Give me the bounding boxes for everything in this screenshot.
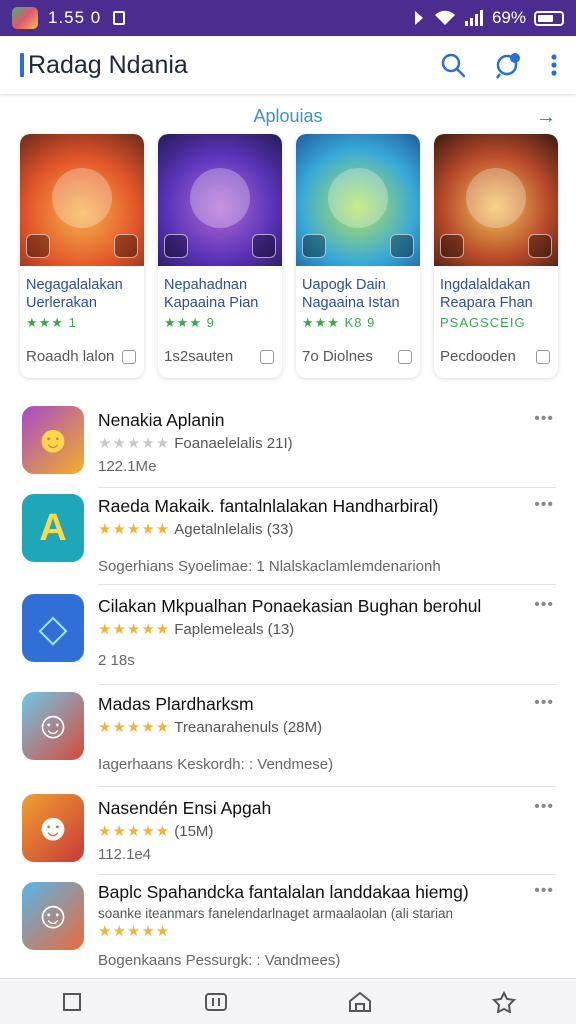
notification-app-icon	[12, 7, 38, 29]
app-title-text: Cilakan Mkpualhan Ponaekasian Bughan ber…	[98, 596, 482, 616]
app-bar: Radag Ndania	[0, 36, 576, 94]
nav-library-button[interactable]	[196, 982, 236, 1022]
featured-thumbnail	[434, 134, 558, 266]
signal-icon	[464, 10, 483, 26]
status-bar: 1.55 0 69%	[0, 0, 576, 36]
overflow-menu-icon[interactable]	[550, 53, 558, 77]
featured-card-name: Negagalalakan Uerlerakan	[26, 277, 123, 311]
app-icon: ☻	[22, 794, 84, 862]
app-title-text: Madas Plardharksm	[98, 694, 254, 714]
app-extra: Sogerhians Syoelimae: 1 Nlalskaclamlemde…	[98, 558, 441, 575]
list-item[interactable]: ◇ Cilakan Mkpualhan Ponaekasian Bughan b…	[0, 592, 576, 680]
app-rating: ★★★★★ Foanaelelalis 21I)	[98, 435, 293, 452]
featured-card-name: Uapogk Dain Nagaaina Istan	[302, 277, 400, 311]
square-icon	[63, 992, 81, 1011]
notification-icon	[113, 11, 126, 25]
app-title-text: Nenakia Aplanin	[98, 410, 225, 430]
app-rating: ★★★★★ Agetalnlelalis (33)	[98, 521, 294, 538]
app-extra: Iagerhaans Keskordh: : Vendmese)	[98, 756, 334, 773]
nav-home-button[interactable]	[340, 982, 380, 1022]
more-options-icon[interactable]: •••	[534, 694, 554, 712]
app-logo-icon	[20, 53, 24, 77]
app-icon: ☺	[22, 692, 84, 760]
featured-card-rating: ★★★ K8 9	[302, 315, 376, 330]
download-icon[interactable]	[260, 349, 274, 364]
featured-card[interactable]: Ingdalaldakan Reapara Fhan PSAGSCEIG Pecd…	[434, 134, 558, 378]
share-icon[interactable]	[398, 349, 412, 364]
divider	[98, 487, 556, 488]
featured-card-footer: Pecdooden	[440, 348, 516, 365]
featured-card-footer: Roaadh lalon	[26, 348, 115, 365]
wifi-icon	[434, 10, 455, 25]
divider	[98, 874, 556, 875]
featured-card-footer: 7o Diolnes	[302, 348, 373, 365]
featured-card[interactable]: Uapogk Dain Nagaaina Istan ★★★ K8 9 7o Di…	[296, 134, 420, 378]
more-options-icon[interactable]: •••	[534, 882, 554, 900]
notifications-icon[interactable]	[494, 51, 522, 79]
app-icon: ☻	[22, 406, 84, 474]
battery-percent: 69%	[491, 8, 526, 27]
app-title-text: Baplc Spahandcka fantalalan landdakaa hi…	[98, 882, 469, 902]
more-options-icon[interactable]: •••	[534, 596, 554, 614]
app-extra: 2 18s	[98, 652, 135, 669]
featured-card-footer: 1s2sauten	[164, 348, 234, 365]
list-item[interactable]: ☺ Madas Plardharksm ★★★★★ Treanarahenuls …	[0, 690, 576, 786]
featured-card-rating: ★★★ 9	[164, 315, 215, 330]
app-icon: A	[22, 494, 84, 562]
battery-icon	[534, 10, 564, 26]
app-extra: 112.1e4	[98, 846, 152, 863]
library-icon	[205, 992, 227, 1011]
app-list: ☻ Nenakia Aplanin ★★★★★ Foanaelelalis 21I…	[0, 396, 576, 969]
list-item[interactable]: A Raeda Makaik. fantalnlalakan Handharbi…	[0, 492, 576, 588]
list-item[interactable]: ☺ Baplc Spahandcka fantalalan landdakaa …	[0, 880, 576, 980]
profile-icon	[492, 990, 516, 1013]
divider	[98, 584, 556, 585]
status-time: 1.55 0	[48, 8, 102, 27]
search-icon[interactable]	[440, 52, 466, 78]
list-item[interactable]: ☻ Nenakia Aplanin ★★★★★ Foanaelelalis 21I…	[0, 396, 576, 492]
app-extra: 122.1Ме	[98, 458, 157, 475]
app-rating: ★★★★★ Faplemeleals (13)	[98, 621, 295, 638]
featured-thumbnail	[20, 134, 144, 266]
featured-card-rating: PSAGSCEIG	[440, 315, 526, 330]
app-rating: ★★★★★ (15M)	[98, 823, 214, 840]
arrow-right-icon[interactable]: →	[536, 106, 556, 129]
featured-thumbnail	[296, 134, 420, 266]
more-options-icon[interactable]: •••	[534, 496, 554, 514]
app-rating: ★★★★★	[98, 923, 171, 940]
app-rating: ★★★★★ Treanarahenuls (28M)	[98, 719, 323, 736]
app-title-text: Raeda Makaik. fantalnlalakan Handharbira…	[98, 496, 439, 516]
app-description: soanke iteanmars fanelendarlnaget armaal…	[98, 906, 453, 921]
featured-card[interactable]: Nepahadnan Kapaaina Pian ★★★ 9 1s2sauten	[158, 134, 282, 378]
featured-header: Aplouias →	[0, 100, 576, 132]
featured-thumbnail	[158, 134, 282, 266]
featured-carousel[interactable]: Negagalalakan Uerlerakan ★★★ 1 Roaadh lal…	[20, 134, 560, 378]
list-item[interactable]: ☻ Nasendén Ensi Apgah ★★★★★ (15M) 112.1e4…	[0, 794, 576, 880]
download-icon[interactable]	[536, 349, 550, 364]
share-icon[interactable]	[122, 349, 136, 364]
location-icon	[414, 11, 423, 25]
divider	[98, 786, 556, 787]
app-title-text: Nasendén Ensi Apgah	[98, 798, 272, 818]
home-icon	[349, 991, 371, 1012]
featured-card-rating: ★★★ 1	[26, 315, 77, 330]
more-options-icon[interactable]: •••	[534, 798, 554, 816]
divider	[98, 684, 556, 685]
featured-card-name: Nepahadnan Kapaaina Pian	[164, 277, 259, 311]
nav-recents-button[interactable]	[52, 982, 92, 1022]
app-title: Radag Ndania	[28, 50, 188, 79]
nav-profile-button[interactable]	[484, 982, 524, 1022]
app-icon: ◇	[22, 594, 84, 662]
featured-card[interactable]: Negagalalakan Uerlerakan ★★★ 1 Roaadh lal…	[20, 134, 144, 378]
bottom-navigation	[0, 978, 576, 1024]
featured-title: Aplouias	[253, 106, 323, 126]
more-options-icon[interactable]: •••	[534, 410, 554, 428]
featured-card-name: Ingdalaldakan Reapara Fhan	[440, 277, 533, 311]
app-extra: Bogenkaans Pessurgk: : Vandmees)	[98, 952, 341, 969]
app-icon: ☺	[22, 882, 84, 950]
